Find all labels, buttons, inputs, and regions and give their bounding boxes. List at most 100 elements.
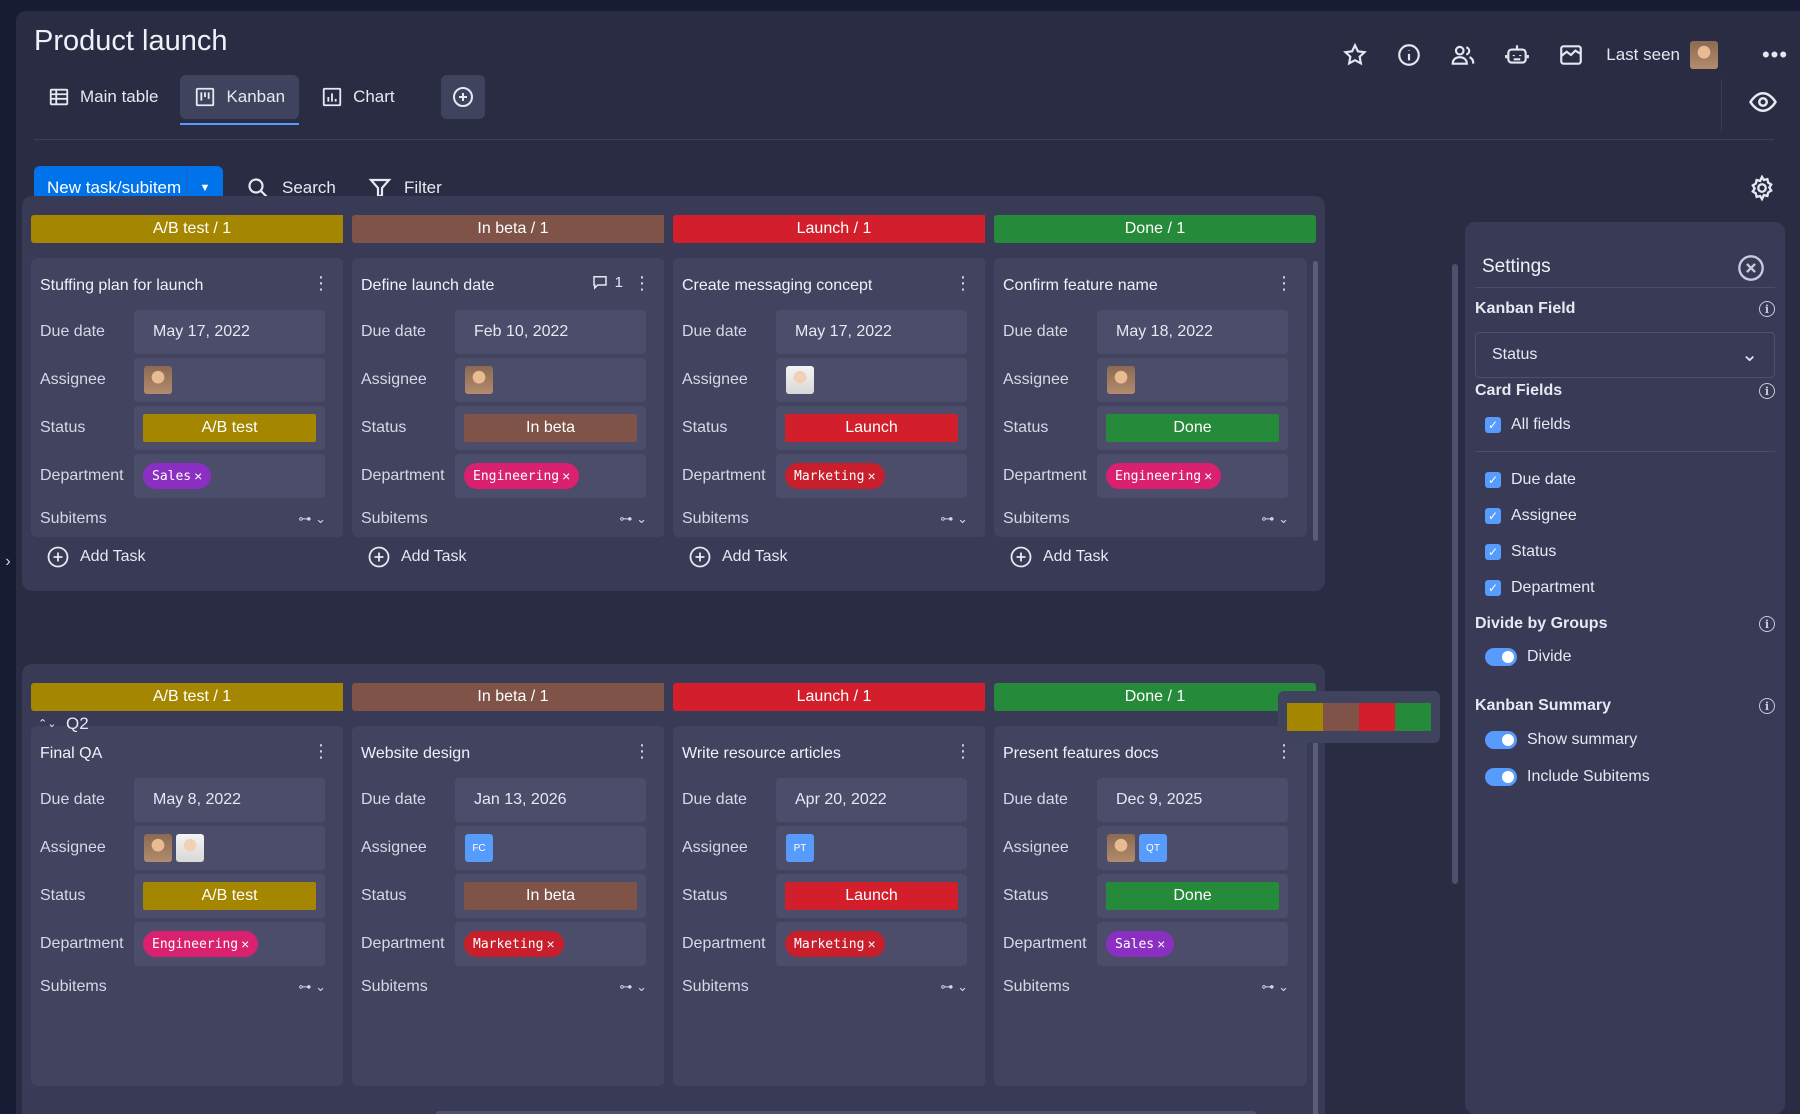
avatar-initials[interactable]: PT [786, 834, 814, 862]
avatar[interactable] [144, 366, 172, 394]
subitems-tree-icon[interactable]: ⊶ ⌄ [298, 979, 330, 995]
avatar[interactable] [1107, 366, 1135, 394]
status-cell[interactable]: In beta [455, 406, 646, 450]
status-cell[interactable]: Done [1097, 406, 1288, 450]
status-cell[interactable]: Launch [776, 874, 967, 918]
assignee-value[interactable] [134, 358, 325, 402]
department-cell[interactable]: Engineering × [134, 922, 325, 966]
kanban-summary[interactable] [1278, 691, 1440, 743]
group-header[interactable]: ⌃⌄ Q2 [38, 714, 89, 734]
remove-icon[interactable]: × [867, 936, 875, 952]
subitems-row[interactable]: Subitems ⊶ ⌄ [1003, 978, 1293, 996]
column-header[interactable]: In beta / 1 [352, 215, 674, 243]
status-badge[interactable]: Launch [785, 414, 958, 442]
assignee-value[interactable]: PT [776, 826, 967, 870]
card-menu-icon[interactable]: ⋮ [312, 274, 330, 292]
people-icon[interactable] [1436, 33, 1490, 77]
toggle-switch[interactable] [1485, 731, 1517, 749]
add-task-button[interactable]: Add Task [367, 545, 467, 569]
department-cell[interactable]: Marketing × [776, 922, 967, 966]
toggle-switch[interactable] [1485, 768, 1517, 786]
avatar[interactable] [144, 834, 172, 862]
card-title[interactable]: Present features docs [1003, 745, 1159, 763]
card-title[interactable]: Final QA [40, 745, 102, 763]
assignee-value[interactable]: QT [1097, 826, 1288, 870]
more-icon[interactable]: ••• [1750, 42, 1800, 68]
card-menu-icon[interactable]: ⋮ [954, 742, 972, 760]
add-task-button[interactable]: Add Task [688, 545, 788, 569]
department-tag[interactable]: Sales × [1106, 931, 1175, 957]
add-task-button[interactable]: Add Task [46, 545, 146, 569]
card-menu-icon[interactable]: ⋮ [312, 742, 330, 760]
card-title[interactable]: Confirm feature name [1003, 277, 1158, 295]
assignee-value[interactable]: FC [455, 826, 646, 870]
department-cell[interactable]: Sales × [134, 454, 325, 498]
subitems-tree-icon[interactable]: ⊶ ⌄ [940, 511, 972, 527]
department-tag[interactable]: Marketing × [785, 463, 885, 489]
column-scrollbar[interactable] [1313, 729, 1318, 1114]
card-title[interactable]: Create messaging concept [682, 277, 872, 295]
subitems-row[interactable]: Subitems ⊶ ⌄ [361, 978, 651, 996]
due-date-value[interactable]: May 8, 2022 [134, 778, 325, 822]
kanban-card[interactable]: Define launch date 1 ⋮ Due date Feb 10, 2022… [352, 258, 665, 537]
tab-main-table[interactable]: Main table [34, 75, 172, 119]
robot-icon[interactable] [1490, 33, 1544, 77]
last-seen[interactable]: Last seen [1606, 41, 1718, 69]
eye-icon[interactable] [1748, 87, 1778, 117]
due-date-value[interactable]: Feb 10, 2022 [455, 310, 646, 354]
remove-icon[interactable]: × [867, 468, 875, 484]
subitems-row[interactable]: Subitems ⊶ ⌄ [40, 978, 330, 996]
include-subitems-toggle[interactable]: Include Subitems [1485, 768, 1650, 786]
kanban-card[interactable]: Website design ⋮ Due date Jan 13, 2026 Assig… [352, 726, 665, 1086]
card-menu-icon[interactable]: ⋮ [954, 274, 972, 292]
status-badge[interactable]: Done [1106, 414, 1279, 442]
status-badge[interactable]: Done [1106, 882, 1279, 910]
department-tag[interactable]: Marketing × [464, 931, 564, 957]
avatar[interactable] [176, 834, 204, 862]
status-cell[interactable]: Launch [776, 406, 967, 450]
assignee-value[interactable] [776, 358, 967, 402]
status-cell[interactable]: Done [1097, 874, 1288, 918]
subitems-tree-icon[interactable]: ⊶ ⌄ [940, 979, 972, 995]
subitems-tree-icon[interactable]: ⊶ ⌄ [298, 511, 330, 527]
avatar[interactable] [1107, 834, 1135, 862]
column-header[interactable]: In beta / 1 [352, 683, 674, 711]
field-checkbox-due-date[interactable]: ✓ Due date [1485, 471, 1576, 489]
status-badge[interactable]: A/B test [143, 414, 316, 442]
card-menu-icon[interactable]: ⋮ [633, 742, 651, 760]
department-cell[interactable]: Engineering × [455, 454, 646, 498]
department-tag[interactable]: Engineering × [1106, 463, 1222, 489]
card-title[interactable]: Write resource articles [682, 745, 841, 763]
info-icon[interactable] [1382, 33, 1436, 77]
subitems-tree-icon[interactable]: ⊶ ⌄ [619, 511, 651, 527]
card-menu-icon[interactable]: ⋮ [633, 274, 651, 292]
department-cell[interactable]: Marketing × [455, 922, 646, 966]
due-date-value[interactable]: Jan 13, 2026 [455, 778, 646, 822]
all-fields-checkbox[interactable]: ✓ All fields [1485, 416, 1571, 434]
subitems-tree-icon[interactable]: ⊶ ⌄ [1261, 979, 1293, 995]
due-date-value[interactable]: May 18, 2022 [1097, 310, 1288, 354]
field-checkbox-department[interactable]: ✓ Department [1485, 579, 1595, 597]
info-icon[interactable]: i [1759, 698, 1775, 714]
sidebar-expand-toggle[interactable]: › [0, 550, 16, 574]
avatar-initials[interactable]: FC [465, 834, 493, 862]
due-date-value[interactable]: Dec 9, 2025 [1097, 778, 1288, 822]
remove-icon[interactable]: × [241, 936, 249, 952]
field-checkbox-assignee[interactable]: ✓ Assignee [1485, 507, 1577, 525]
assignee-value[interactable] [134, 826, 325, 870]
info-icon[interactable]: i [1759, 301, 1775, 317]
kanban-card[interactable]: Present features docs ⋮ Due date Dec 9, 202… [994, 726, 1307, 1086]
status-cell[interactable]: A/B test [134, 874, 325, 918]
department-tag[interactable]: Sales × [143, 463, 212, 489]
department-cell[interactable]: Sales × [1097, 922, 1288, 966]
assignee-value[interactable] [1097, 358, 1288, 402]
column-header[interactable]: Launch / 1 [673, 215, 995, 243]
collapse-icon[interactable]: ⌃⌄ [38, 719, 56, 730]
card-menu-icon[interactable]: ⋮ [1275, 742, 1293, 760]
avatar-initials[interactable]: QT [1139, 834, 1167, 862]
avatar[interactable] [465, 366, 493, 394]
subitems-row[interactable]: Subitems ⊶ ⌄ [682, 510, 972, 528]
remove-icon[interactable]: × [194, 468, 202, 484]
column-header[interactable]: A/B test / 1 [31, 215, 353, 243]
status-badge[interactable]: In beta [464, 414, 637, 442]
